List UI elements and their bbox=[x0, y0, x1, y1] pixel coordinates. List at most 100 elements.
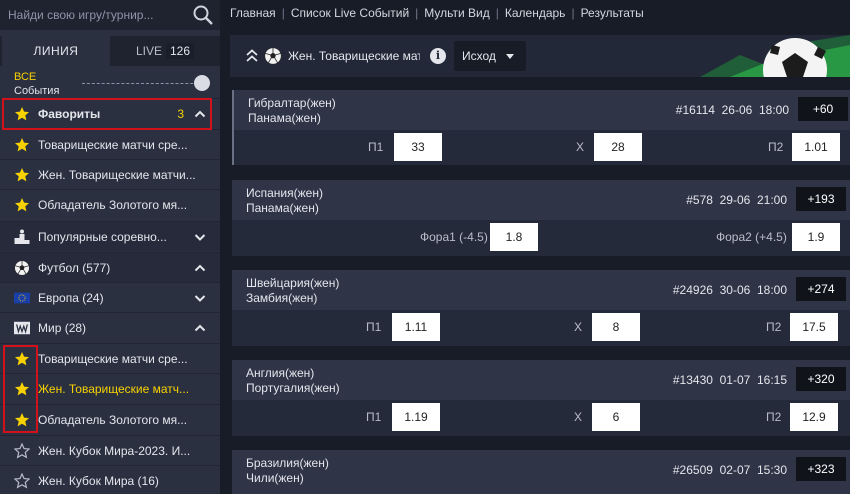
tab-line[interactable]: ЛИНИЯ bbox=[2, 36, 110, 66]
info-icon[interactable]: i bbox=[430, 48, 446, 64]
odds-row: П1 1.11 X 8 П2 17.5 bbox=[232, 310, 850, 346]
match-card: Бразилия(жен) Чили(жен) #26509 02-07 15:3… bbox=[232, 450, 850, 494]
search-input[interactable] bbox=[0, 0, 190, 30]
more-markets-button[interactable]: +274 bbox=[796, 277, 846, 301]
match-header[interactable]: Бразилия(жен) Чили(жен) #26509 02-07 15:3… bbox=[232, 450, 850, 494]
sidebar-item-favorites[interactable]: Фавориты 3 bbox=[0, 98, 220, 128]
odds-button[interactable]: 17.5 bbox=[790, 313, 838, 341]
odds-button[interactable]: 33 bbox=[394, 133, 442, 161]
match-card: Англия(жен) Португалия(жен) #13430 01-07 … bbox=[232, 360, 850, 436]
odds-row: Фора1 (-4.5) 1.8 Фора2 (+4.5) 1.9 bbox=[232, 220, 850, 256]
sidebar-item-popular[interactable]: Популярные соревно... bbox=[0, 221, 220, 251]
star-outline-icon[interactable] bbox=[14, 442, 30, 459]
sidebar-item-label: Европа (24) bbox=[38, 290, 104, 305]
match-id: #24926 bbox=[672, 283, 713, 297]
sidebar-item-world[interactable]: Мир (28) bbox=[0, 312, 220, 342]
top-navigation: Главная | Список Live Событий | Мульти В… bbox=[230, 0, 644, 26]
match-header[interactable]: Англия(жен) Португалия(жен) #13430 01-07 … bbox=[232, 360, 850, 400]
nav-link-live-list[interactable]: Список Live Событий bbox=[291, 6, 409, 20]
odds-label: П2 bbox=[766, 410, 782, 424]
league-header: Жен. Товарищеские матч... i Исход bbox=[230, 35, 850, 77]
match-time: 16:15 bbox=[756, 373, 787, 387]
podium-icon bbox=[14, 229, 30, 245]
more-markets-button[interactable]: +60 bbox=[798, 97, 848, 121]
team-home: Швейцария(жен) bbox=[246, 276, 340, 290]
team-home: Бразилия(жен) bbox=[246, 456, 329, 470]
search-bar bbox=[0, 0, 220, 30]
soccer-ball-icon bbox=[264, 47, 282, 65]
search-icon[interactable] bbox=[192, 4, 214, 26]
odds-button[interactable]: 1.11 bbox=[392, 313, 440, 341]
more-markets-button[interactable]: +193 bbox=[796, 187, 846, 211]
sidebar-item-league-1[interactable]: Товарищеские матчи сре... bbox=[0, 343, 220, 373]
chevron-down-icon[interactable] bbox=[194, 231, 206, 243]
team-home: Испания(жен) bbox=[246, 186, 323, 200]
sidebar-item-label: Товарищеские матчи сре... bbox=[38, 137, 188, 152]
star-filled-icon[interactable] bbox=[14, 412, 30, 428]
sidebar-item-label: Мир (28) bbox=[38, 320, 87, 335]
sidebar-item-league-2[interactable]: Жен. Товарищеские матч... bbox=[0, 373, 220, 403]
team-away: Панама(жен) bbox=[246, 201, 319, 215]
slider-knob[interactable] bbox=[194, 75, 210, 91]
team-away: Португалия(жен) bbox=[246, 381, 340, 395]
odds-label: X bbox=[574, 320, 583, 334]
more-markets-button[interactable]: +323 bbox=[796, 457, 846, 481]
star-outline-icon[interactable] bbox=[14, 472, 30, 489]
sidebar-item-football[interactable]: Футбол (577) bbox=[0, 252, 220, 282]
more-markets-button[interactable]: +320 bbox=[796, 367, 846, 391]
sidebar-item-label: Жен. Кубок Мира (16) bbox=[38, 473, 159, 488]
nav-link-results[interactable]: Результаты bbox=[581, 6, 644, 20]
chevron-up-icon[interactable] bbox=[194, 322, 206, 334]
odds-row: П1 1.19 X 6 П2 12.9 bbox=[232, 400, 850, 436]
line-live-tabs: ЛИНИЯ LIVE 126 bbox=[0, 36, 220, 66]
sidebar-item-favorite-2[interactable]: Жен. Товарищеские матчи... bbox=[0, 159, 220, 189]
nav-separator: | bbox=[571, 6, 575, 20]
nav-separator: | bbox=[495, 6, 499, 20]
match-date: 02-07 bbox=[719, 463, 751, 477]
match-date: 29-06 bbox=[719, 193, 751, 207]
star-filled-icon bbox=[14, 167, 30, 183]
sidebar: ЛИНИЯ LIVE126 ВСЕ События Фавориты 3 Тов… bbox=[0, 0, 220, 494]
nav-link-home[interactable]: Главная bbox=[230, 6, 276, 20]
sidebar-item-favorite-3[interactable]: Обладатель Золотого мя... bbox=[0, 189, 220, 219]
match-id: #26509 bbox=[672, 463, 713, 477]
market-select[interactable]: Исход bbox=[454, 41, 526, 71]
odds-button[interactable]: 6 bbox=[592, 403, 640, 431]
odds-button[interactable]: 1.8 bbox=[490, 223, 538, 251]
sidebar-item-favorite-1[interactable]: Товарищеские матчи сре... bbox=[0, 129, 220, 159]
match-card: Гибралтар(жен) Панама(жен) #16114 26-06 1… bbox=[232, 90, 850, 165]
match-header[interactable]: Швейцария(жен) Замбия(жен) #24926 30-06 1… bbox=[232, 270, 850, 310]
odds-button[interactable]: 1.9 bbox=[792, 223, 840, 251]
star-filled-icon[interactable] bbox=[14, 381, 30, 397]
odds-button[interactable]: 1.01 bbox=[792, 133, 840, 161]
odds-row: П1 33 X 28 П2 1.01 bbox=[234, 130, 850, 165]
sidebar-item-league-4[interactable]: Жен. Кубок Мира-2023. И... bbox=[0, 435, 220, 465]
star-filled-icon[interactable] bbox=[14, 351, 30, 367]
odds-label: П2 bbox=[768, 140, 784, 154]
collapse-chevrons-icon[interactable] bbox=[246, 49, 258, 63]
chevron-up-icon[interactable] bbox=[194, 262, 206, 274]
sidebar-item-league-5[interactable]: Жен. Кубок Мира (16) bbox=[0, 465, 220, 494]
chevron-down-icon[interactable] bbox=[194, 292, 206, 304]
match-header[interactable]: Испания(жен) Панама(жен) #578 29-06 21:00… bbox=[232, 180, 850, 220]
soccer-ball-icon bbox=[14, 259, 30, 276]
odds-label: X bbox=[574, 410, 583, 424]
match-date: 01-07 bbox=[719, 373, 751, 387]
nav-link-multiview[interactable]: Мульти Вид bbox=[424, 6, 489, 20]
tab-live[interactable]: LIVE 126 bbox=[112, 36, 218, 66]
odds-button[interactable]: 28 bbox=[594, 133, 642, 161]
chevron-up-icon[interactable] bbox=[194, 108, 206, 120]
match-id: #13430 bbox=[672, 373, 713, 387]
odds-button[interactable]: 1.19 bbox=[392, 403, 440, 431]
nav-link-calendar[interactable]: Календарь bbox=[505, 6, 566, 20]
sidebar-item-europe[interactable]: Европа (24) bbox=[0, 282, 220, 312]
match-time: 18:00 bbox=[756, 283, 787, 297]
sidebar-item-label: Жен. Товарищеские матчи... bbox=[38, 167, 196, 182]
match-header[interactable]: Гибралтар(жен) Панама(жен) #16114 26-06 1… bbox=[234, 90, 850, 130]
all-events-label[interactable]: ВСЕ События bbox=[14, 70, 74, 98]
sidebar-item-league-3[interactable]: Обладатель Золотого мя... bbox=[0, 404, 220, 434]
time-range-slider[interactable] bbox=[82, 75, 210, 91]
odds-label: П1 bbox=[366, 320, 382, 334]
odds-button[interactable]: 12.9 bbox=[790, 403, 838, 431]
odds-button[interactable]: 8 bbox=[592, 313, 640, 341]
